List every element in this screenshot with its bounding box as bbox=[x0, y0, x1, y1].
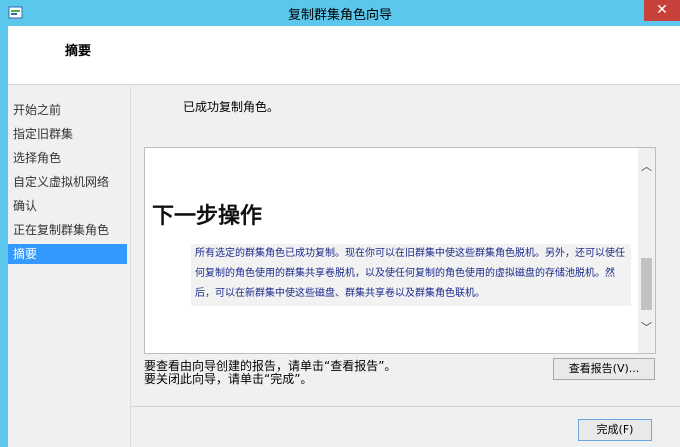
summary-panel: 已成功复制角色。 下一步操作 所有选定的群集角色已成功复制。现在你可以在旧群集中… bbox=[131, 86, 680, 447]
report-heading: 下一步操作 bbox=[152, 203, 263, 229]
scroll-up-icon[interactable]: ︿ bbox=[638, 160, 655, 174]
footer-divider bbox=[131, 406, 680, 407]
scroll-thumb[interactable] bbox=[641, 258, 652, 310]
page-title: 摘要 bbox=[65, 44, 92, 59]
report-view[interactable]: 下一步操作 所有选定的群集角色已成功复制。现在你可以在旧群集中使这些群集角色脱机… bbox=[144, 147, 656, 354]
report-scrollbar[interactable]: ︿ ﹀ bbox=[638, 148, 655, 353]
close-icon: ✕ bbox=[656, 2, 668, 18]
wizard-steps-nav: 开始之前 指定旧群集 选择角色 自定义虚拟机网络 确认 正在复制群集角色 摘要 bbox=[8, 86, 130, 447]
nav-step-summary[interactable]: 摘要 bbox=[8, 244, 127, 264]
help-text: 要查看由向导创建的报告，请单击“查看报告”。 要关闭此向导，请单击“完成”。 bbox=[144, 360, 396, 386]
nav-step-select-roles[interactable]: 选择角色 bbox=[8, 148, 127, 168]
nav-step-confirm[interactable]: 确认 bbox=[8, 196, 127, 216]
window-title: 复制群集角色向导 bbox=[287, 8, 392, 23]
nav-step-copying[interactable]: 正在复制群集角色 bbox=[8, 220, 127, 240]
nav-step-before-you-begin[interactable]: 开始之前 bbox=[8, 100, 127, 120]
scroll-down-icon[interactable]: ﹀ bbox=[638, 321, 655, 335]
nav-step-vm-network[interactable]: 自定义虚拟机网络 bbox=[8, 172, 127, 192]
view-report-button[interactable]: 查看报告(V)... bbox=[553, 358, 655, 380]
nav-step-old-cluster[interactable]: 指定旧群集 bbox=[8, 124, 127, 144]
status-message: 已成功复制角色。 bbox=[183, 100, 280, 114]
page-header: 摘要 bbox=[8, 26, 680, 85]
finish-button[interactable]: 完成(F) bbox=[578, 419, 652, 441]
report-body: 所有选定的群集角色已成功复制。现在你可以在旧群集中使这些群集角色脱机。另外，还可… bbox=[191, 244, 631, 306]
title-bar[interactable]: 复制群集角色向导 ✕ bbox=[0, 0, 680, 26]
close-button[interactable]: ✕ bbox=[644, 0, 680, 21]
wizard-window: 复制群集角色向导 ✕ 摘要 开始之前 指定旧群集 选择角色 自定义虚拟机网络 确… bbox=[0, 0, 680, 447]
help-line-close: 要关闭此向导，请单击“完成”。 bbox=[144, 372, 313, 386]
wizard-client-area: 摘要 开始之前 指定旧群集 选择角色 自定义虚拟机网络 确认 正在复制群集角色 … bbox=[8, 26, 680, 447]
